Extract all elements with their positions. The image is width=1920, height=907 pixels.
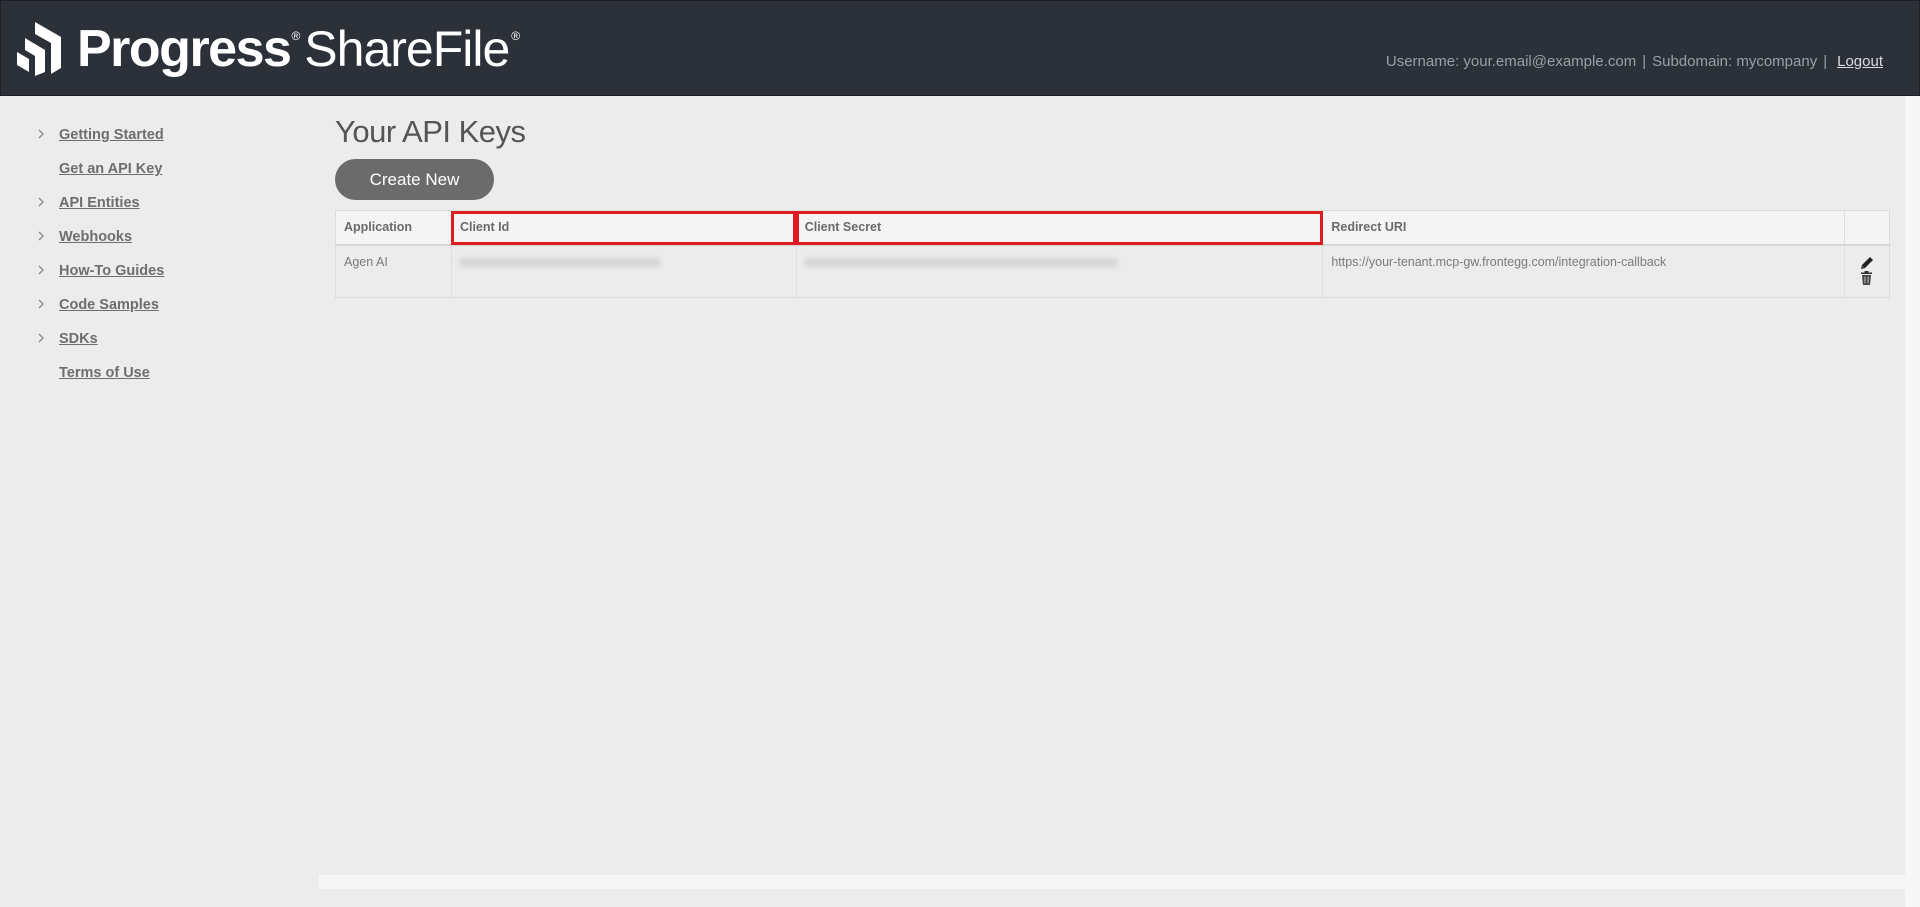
progress-logo-icon — [17, 22, 61, 76]
sidebar-link-getting-started[interactable]: Getting Started — [59, 127, 164, 143]
column-header-client-id: Client Id — [450, 210, 797, 246]
separator: | — [1642, 53, 1647, 70]
sidebar-item-how-to-guides[interactable]: How-To Guides — [0, 254, 300, 288]
chevron-right-icon[interactable] — [34, 331, 48, 345]
sidebar-item-api-entities[interactable]: API Entities — [0, 186, 300, 220]
table-row: Agen AI xxxxxxxxxxxxxxxxxxxxxxxxxxxxxxxx… — [335, 244, 1890, 298]
cell-client-id: xxxxxxxxxxxxxxxxxxxxxxxxxxxxxxxx — [450, 244, 797, 298]
chevron-right-icon[interactable] — [34, 127, 48, 141]
brand-primary-text: Progress — [77, 20, 292, 78]
main-content: Your API Keys Create New Application Cli… — [319, 96, 1905, 880]
sidebar-item-sdks[interactable]: SDKs — [0, 322, 300, 356]
pencil-icon[interactable] — [1859, 255, 1875, 271]
sidebar-item-terms-of-use[interactable]: Terms of Use — [0, 356, 300, 390]
registered-mark-2: ® — [511, 29, 521, 43]
cell-application: Agen AI — [335, 244, 452, 298]
create-new-button[interactable]: Create New — [335, 159, 494, 200]
sidebar-item-get-api-key[interactable]: Get an API Key — [0, 152, 300, 186]
brand-secondary-text: ShareFile — [304, 21, 510, 77]
brand-logo[interactable]: Progress ® ShareFile ® — [17, 19, 520, 79]
api-keys-table: Application Client Id Client Secret Redi… — [335, 210, 1890, 298]
chevron-right-icon[interactable] — [34, 229, 48, 243]
sidebar-link-get-api-key[interactable]: Get an API Key — [59, 161, 162, 177]
chevron-right-icon[interactable] — [34, 195, 48, 209]
column-header-application: Application — [335, 210, 452, 246]
column-header-redirect-uri: Redirect URI — [1322, 210, 1846, 246]
top-header: Progress ® ShareFile ® Username: your.em… — [0, 0, 1920, 96]
subdomain-text: Subdomain: mycompany — [1652, 53, 1818, 70]
sidebar-item-code-samples[interactable]: Code Samples — [0, 288, 300, 322]
sidebar-item-getting-started[interactable]: Getting Started — [0, 118, 300, 152]
sidebar-nav: Getting Started Get an API Key API Entit… — [0, 118, 300, 390]
sidebar-link-code-samples[interactable]: Code Samples — [59, 297, 159, 313]
column-header-actions — [1844, 210, 1890, 246]
client-id-value: xxxxxxxxxxxxxxxxxxxxxxxxxxxxxxxx — [459, 254, 660, 269]
registered-mark: ® — [291, 29, 301, 43]
cell-redirect-uri: https://your-tenant.mcp-gw.frontegg.com/… — [1322, 244, 1846, 298]
sidebar-link-webhooks[interactable]: Webhooks — [59, 229, 132, 245]
username-text: Username: your.email@example.com — [1385, 53, 1637, 70]
separator: | — [1823, 53, 1828, 70]
cell-actions — [1844, 244, 1890, 298]
sidebar-link-terms-of-use[interactable]: Terms of Use — [59, 365, 150, 381]
sidebar-item-webhooks[interactable]: Webhooks — [0, 220, 300, 254]
user-info: Username: your.email@example.com | Subdoma… — [1386, 53, 1883, 70]
logout-link[interactable]: Logout — [1837, 53, 1883, 70]
sidebar-link-sdks[interactable]: SDKs — [59, 331, 98, 347]
sidebar-link-how-to-guides[interactable]: How-To Guides — [59, 263, 164, 279]
cell-client-secret: xxxxxxxxxxxxxxxxxxxxxxxxxxxxxxxxxxxxxxxx… — [795, 244, 1324, 298]
sidebar-link-api-entities[interactable]: API Entities — [59, 195, 140, 211]
page-scrollbar-track[interactable] — [1905, 96, 1920, 907]
table-header-row: Application Client Id Client Secret Redi… — [335, 210, 1890, 246]
redirect-uri-value: https://your-tenant.mcp-gw.frontegg.com/… — [1331, 254, 1667, 269]
page-title: Your API Keys — [335, 114, 526, 149]
client-secret-value: xxxxxxxxxxxxxxxxxxxxxxxxxxxxxxxxxxxxxxxx… — [804, 254, 1118, 269]
trash-icon[interactable] — [1860, 270, 1873, 285]
content-footer-bar — [319, 875, 1905, 889]
chevron-right-icon[interactable] — [34, 297, 48, 311]
column-header-client-secret: Client Secret — [795, 210, 1324, 246]
chevron-right-icon[interactable] — [34, 263, 48, 277]
